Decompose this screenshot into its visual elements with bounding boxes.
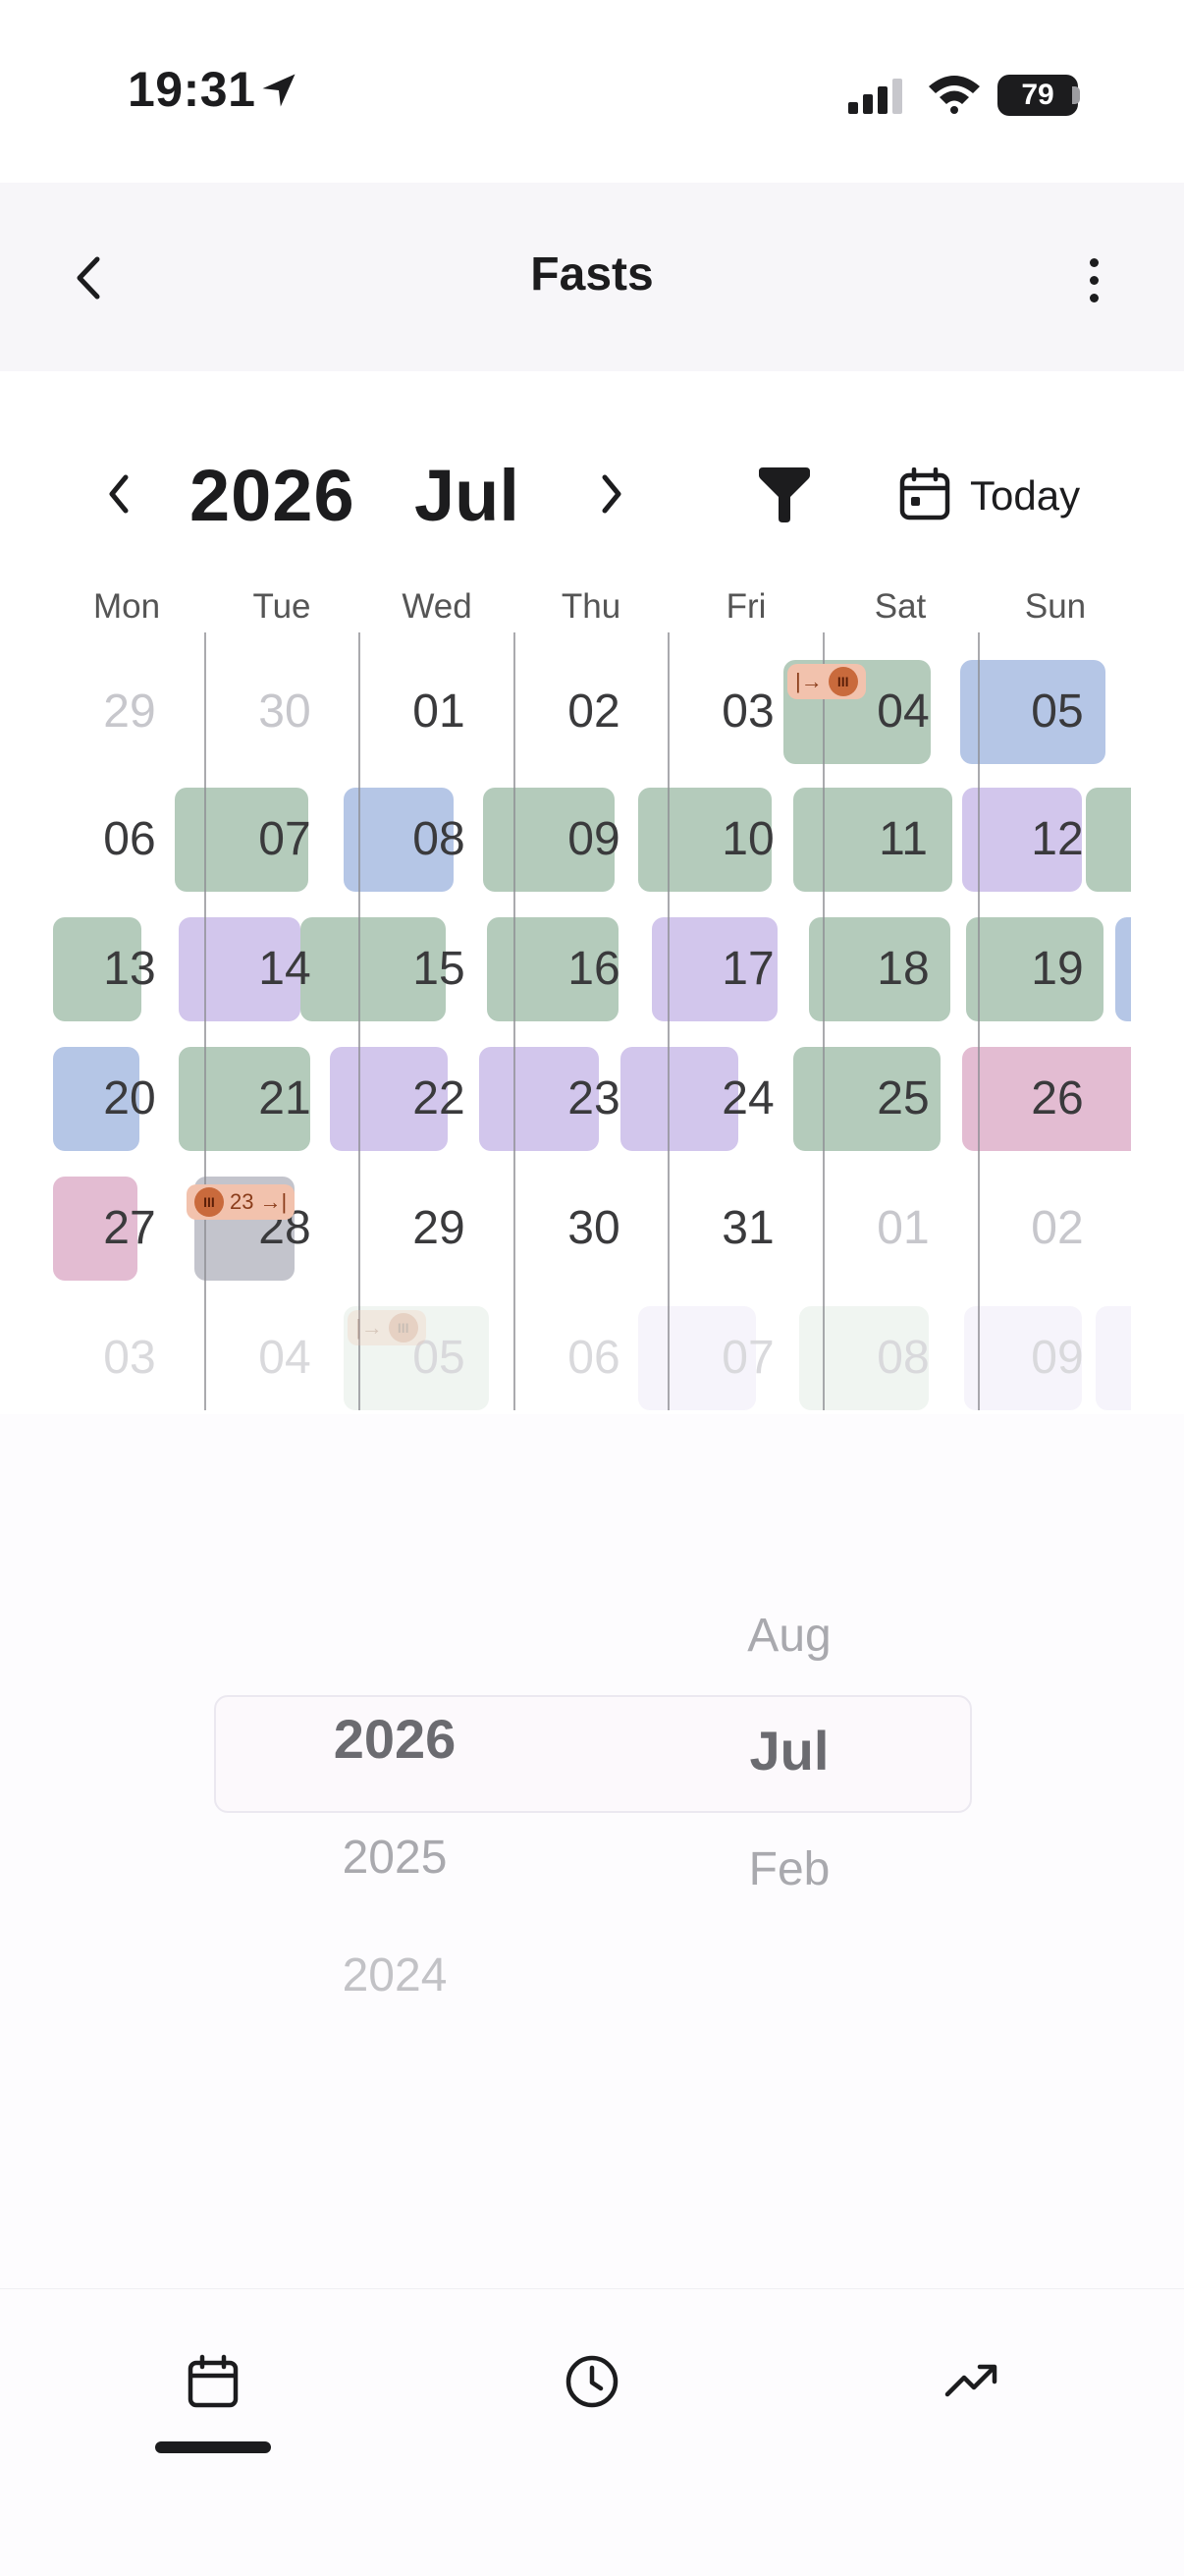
- calendar-day[interactable]: 14: [208, 917, 361, 1021]
- fast-start-badge: |→ III: [348, 1310, 426, 1345]
- tab-calendar[interactable]: [154, 2349, 272, 2418]
- calendar-day[interactable]: 18: [827, 917, 980, 1021]
- calendar-day[interactable]: 23: [517, 1047, 671, 1151]
- calendar-day[interactable]: 02: [517, 660, 671, 764]
- battery-cap: [1072, 86, 1080, 104]
- calendar-day[interactable]: 10: [672, 788, 825, 892]
- year-label[interactable]: 2026: [189, 454, 355, 537]
- calendar-day[interactable]: 07: [208, 788, 361, 892]
- calendar-day[interactable]: 06: [53, 788, 206, 892]
- calendar-day[interactable]: 30: [517, 1177, 671, 1281]
- fast-marker-icon: III: [388, 1313, 418, 1343]
- fast-hours-label: 23: [230, 1189, 254, 1214]
- calendar-day[interactable]: 04: [208, 1306, 361, 1410]
- tab-stats[interactable]: [913, 2349, 1031, 2418]
- weekday-thu: Thu: [561, 587, 621, 626]
- calendar-day[interactable]: 30: [208, 660, 361, 764]
- picker-month-selected[interactable]: Jul: [642, 1719, 937, 1782]
- calendar-day[interactable]: 25: [827, 1047, 980, 1151]
- weekday-wed: Wed: [402, 587, 472, 626]
- calendar-day[interactable]: 22: [362, 1047, 515, 1151]
- trend-icon: [944, 2362, 999, 2406]
- weekday-sat: Sat: [874, 587, 927, 626]
- active-tab-indicator: [155, 2441, 271, 2453]
- today-button[interactable]: Today: [899, 462, 1080, 530]
- today-label: Today: [970, 472, 1081, 519]
- calendar-day[interactable]: 17: [672, 917, 825, 1021]
- filter-icon[interactable]: [750, 462, 819, 530]
- calendar-grid: 29 30 01 02 03 04 05 06 07 08 09 10 11 1…: [53, 629, 1131, 1414]
- calendar-day[interactable]: 09: [517, 788, 671, 892]
- calendar-day[interactable]: 12: [981, 788, 1131, 892]
- more-options-button[interactable]: [1070, 246, 1117, 314]
- weekday-tue: Tue: [252, 587, 311, 626]
- calendar-day[interactable]: 01: [827, 1177, 980, 1281]
- calendar-day[interactable]: 16: [517, 917, 671, 1021]
- calendar-day[interactable]: 19: [981, 917, 1131, 1021]
- picker-year-option[interactable]: 2024: [247, 1948, 542, 2002]
- calendar-day[interactable]: 13: [53, 917, 206, 1021]
- picker-year-option[interactable]: 2025: [247, 1831, 542, 1885]
- date-picker-panel: [0, 1414, 1184, 2288]
- calendar-day[interactable]: 09: [981, 1306, 1131, 1410]
- calendar-day[interactable]: 08: [362, 788, 515, 892]
- weekday-sun: Sun: [1024, 587, 1087, 626]
- calendar-day[interactable]: 11: [827, 788, 980, 892]
- calendar-day[interactable]: 29: [362, 1177, 515, 1281]
- picker-year-selected[interactable]: 2026: [247, 1707, 542, 1771]
- picker-month-option[interactable]: Aug: [642, 1609, 937, 1663]
- calendar-day[interactable]: 27: [53, 1177, 206, 1281]
- picker-month-option[interactable]: Feb: [642, 1842, 937, 1896]
- wifi-icon: [927, 73, 982, 119]
- calendar-day[interactable]: 20: [53, 1047, 206, 1151]
- calendar-day[interactable]: 26: [981, 1047, 1131, 1151]
- calendar-day[interactable]: 08: [827, 1306, 980, 1410]
- tab-bar: [0, 2288, 1184, 2576]
- calendar-day[interactable]: 01: [362, 660, 515, 764]
- calendar-day[interactable]: 06: [517, 1306, 671, 1410]
- calendar-day[interactable]: 03: [53, 1306, 206, 1410]
- weekday-mon: Mon: [92, 587, 161, 626]
- fast-end-badge: III 23 →|: [187, 1184, 296, 1220]
- calendar-today-icon: [899, 466, 950, 525]
- location-arrow-icon: [257, 69, 300, 117]
- page-title: Fasts: [530, 248, 654, 301]
- next-month-button[interactable]: [587, 460, 636, 528]
- cellular-signal-icon: [848, 79, 907, 119]
- start-arrow-icon: |→: [355, 1315, 383, 1340]
- calendar-day[interactable]: 07: [672, 1306, 825, 1410]
- start-arrow-icon: |→: [795, 669, 823, 693]
- calendar-day[interactable]: 24: [672, 1047, 825, 1151]
- calendar-icon: [187, 2354, 240, 2414]
- previous-month-button[interactable]: [94, 460, 143, 528]
- end-arrow-icon: →|: [259, 1189, 288, 1214]
- fast-marker-icon: III: [828, 667, 858, 696]
- tab-timer[interactable]: [533, 2349, 651, 2418]
- calendar-day[interactable]: 21: [208, 1047, 361, 1151]
- calendar-day[interactable]: 31: [672, 1177, 825, 1281]
- fast-marker-icon: III: [194, 1187, 224, 1217]
- calendar-day[interactable]: 29: [53, 660, 206, 764]
- month-label[interactable]: Jul: [414, 454, 519, 537]
- status-time: 19:31: [128, 62, 256, 117]
- calendar-day[interactable]: 15: [362, 917, 515, 1021]
- calendar-day[interactable]: 05: [981, 660, 1131, 764]
- clock-icon: [565, 2354, 619, 2414]
- calendar-day[interactable]: 02: [981, 1177, 1131, 1281]
- fast-start-badge: |→ III: [787, 664, 866, 699]
- weekday-fri: Fri: [726, 587, 767, 626]
- battery-icon: 79: [997, 75, 1078, 116]
